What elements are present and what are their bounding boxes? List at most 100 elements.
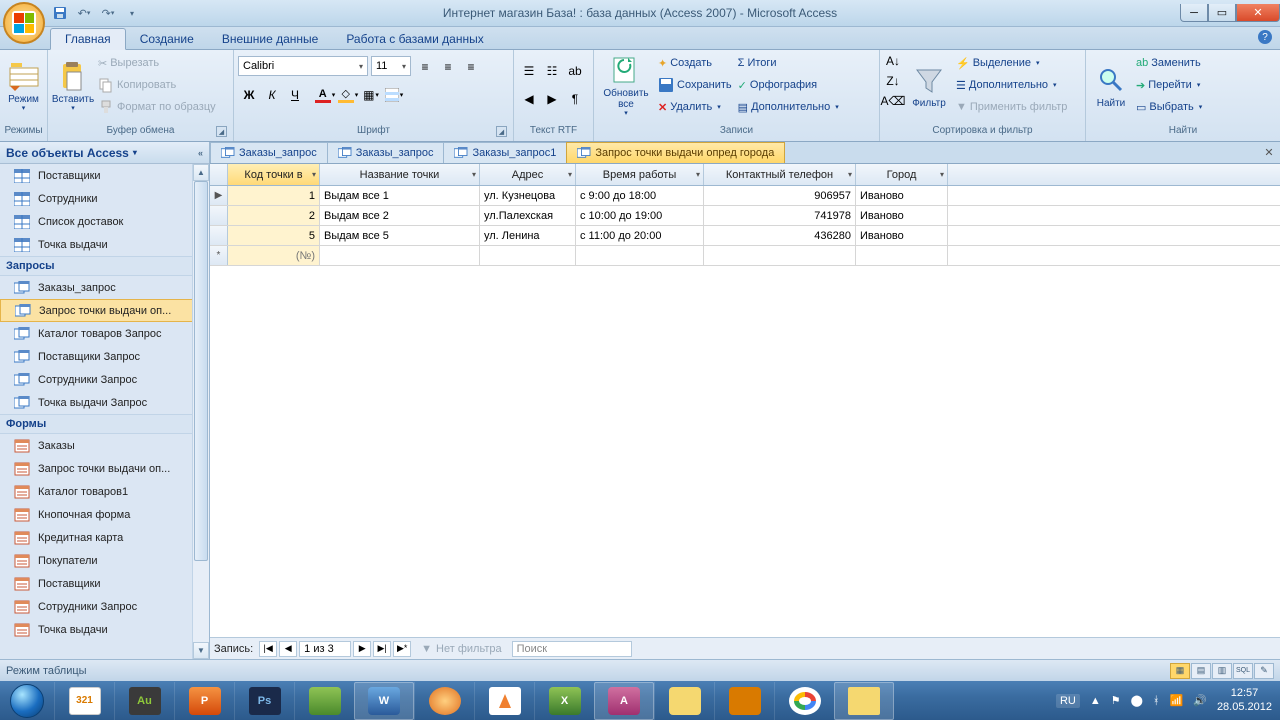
- refresh-all-button[interactable]: Обновить все▾: [598, 52, 654, 120]
- dialog-launcher-icon[interactable]: ◢: [496, 126, 507, 137]
- cell[interactable]: ул. Ленина: [480, 226, 576, 245]
- scroll-thumb[interactable]: [194, 181, 208, 561]
- decrease-indent-button[interactable]: ◀: [518, 88, 540, 110]
- new-record-button[interactable]: ✦Создать: [656, 52, 734, 74]
- nav-item-form[interactable]: Кредитная карта: [0, 526, 209, 549]
- goto-button[interactable]: ➔Перейти▾: [1134, 74, 1204, 96]
- nav-section-queries[interactable]: Запросы⌃: [0, 256, 209, 276]
- save-record-button[interactable]: Сохранить: [656, 74, 734, 96]
- action-center-icon[interactable]: ⚑: [1111, 694, 1121, 707]
- align-center-button[interactable]: ≡: [437, 56, 459, 78]
- column-header[interactable]: Контактный телефон▾: [704, 164, 856, 185]
- next-record-button[interactable]: ▶: [353, 641, 371, 657]
- view-button[interactable]: Режим▾: [4, 52, 43, 120]
- cell[interactable]: [480, 246, 576, 265]
- row-selector[interactable]: [210, 226, 228, 245]
- prev-record-button[interactable]: ◀: [279, 641, 297, 657]
- ribbon-tab-dbtools[interactable]: Работа с базами данных: [332, 29, 497, 49]
- taskbar-app[interactable]: X: [534, 682, 594, 720]
- ribbon-tab-create[interactable]: Создание: [126, 29, 208, 49]
- column-header[interactable]: Адрес▾: [480, 164, 576, 185]
- more-records-button[interactable]: ▤Дополнительно▾: [736, 96, 841, 118]
- minimize-button[interactable]: ─: [1180, 4, 1208, 22]
- nav-item-query[interactable]: Каталог товаров Запрос: [0, 322, 209, 345]
- last-record-button[interactable]: ▶|: [373, 641, 391, 657]
- row-selector[interactable]: ▶: [210, 186, 228, 205]
- clear-sort-button[interactable]: A⌫: [884, 92, 902, 110]
- qat-customize-icon[interactable]: ▾: [122, 3, 142, 23]
- taskbar-clock[interactable]: 12:5728.05.2012: [1217, 687, 1272, 713]
- scroll-up-icon[interactable]: ▲: [193, 164, 209, 181]
- cell[interactable]: 5: [228, 226, 320, 245]
- dialog-launcher-icon[interactable]: ◢: [216, 126, 227, 137]
- gridlines-button[interactable]: ▦▾: [360, 84, 382, 106]
- font-size-combo[interactable]: 11▾: [371, 56, 411, 76]
- taskbar-app[interactable]: W: [354, 682, 414, 720]
- cell[interactable]: Выдам все 5: [320, 226, 480, 245]
- cell[interactable]: 2: [228, 206, 320, 225]
- cell[interactable]: ул. Кузнецова: [480, 186, 576, 205]
- nav-item-form[interactable]: Поставщики: [0, 572, 209, 595]
- sort-desc-button[interactable]: Z↓: [884, 72, 902, 90]
- cell[interactable]: 1: [228, 186, 320, 205]
- fill-color-button[interactable]: ◇▾: [337, 84, 359, 106]
- first-record-button[interactable]: |◀: [259, 641, 277, 657]
- format-painter-button[interactable]: Формат по образцу: [96, 96, 218, 118]
- spelling-button[interactable]: ✓Орфография: [736, 74, 841, 96]
- navpane-collapse-icon[interactable]: «: [198, 148, 203, 158]
- cut-button[interactable]: ✂Вырезать: [96, 52, 218, 74]
- ribbon-tab-external[interactable]: Внешние данные: [208, 29, 333, 49]
- sql-view-button[interactable]: SQL: [1233, 663, 1253, 679]
- column-header[interactable]: Код точки в▾: [228, 164, 320, 185]
- replace-button[interactable]: abЗаменить: [1134, 52, 1204, 74]
- align-left-button[interactable]: ≡: [414, 56, 436, 78]
- paste-button[interactable]: Вставить▾: [52, 52, 94, 120]
- cell[interactable]: 741978: [704, 206, 856, 225]
- navpane-header[interactable]: Все объекты Access▾ «: [0, 142, 209, 164]
- tray-icon[interactable]: ⬤: [1131, 694, 1143, 707]
- bold-button[interactable]: Ж: [238, 84, 260, 106]
- column-header[interactable]: Название точки▾: [320, 164, 480, 185]
- find-button[interactable]: Найти: [1090, 52, 1132, 120]
- bluetooth-icon[interactable]: ᚼ: [1153, 695, 1160, 707]
- align-right-button[interactable]: ≡: [460, 56, 482, 78]
- alt-row-button[interactable]: ▾: [383, 84, 405, 106]
- chevron-down-icon[interactable]: ▾: [848, 170, 852, 179]
- cell[interactable]: Иваново: [856, 186, 948, 205]
- increase-indent-button[interactable]: ▶: [541, 88, 563, 110]
- row-selector[interactable]: [210, 206, 228, 225]
- taskbar-app[interactable]: Ps: [234, 682, 294, 720]
- nav-item-table[interactable]: Точка выдачи: [0, 233, 209, 256]
- numbering-button[interactable]: ☷: [541, 60, 563, 82]
- cell[interactable]: [576, 246, 704, 265]
- ribbon-tab-home[interactable]: Главная: [50, 28, 126, 50]
- cell[interactable]: (№): [228, 246, 320, 265]
- taskbar-app[interactable]: [294, 682, 354, 720]
- select-all-cell[interactable]: [210, 164, 228, 185]
- pivot-chart-view-button[interactable]: ▥: [1212, 663, 1232, 679]
- save-icon[interactable]: [50, 3, 70, 23]
- advanced-filter-button[interactable]: ☰Дополнительно▾: [954, 74, 1069, 96]
- close-button[interactable]: ✕: [1236, 4, 1280, 22]
- delete-record-button[interactable]: ✕Удалить▾: [656, 96, 734, 118]
- cell[interactable]: 906957: [704, 186, 856, 205]
- cell[interactable]: 436280: [704, 226, 856, 245]
- nav-item-table[interactable]: Сотрудники: [0, 187, 209, 210]
- text-highlight-button[interactable]: ab: [564, 60, 586, 82]
- pivot-table-view-button[interactable]: ▤: [1191, 663, 1211, 679]
- document-tab[interactable]: Заказы_запрос1: [443, 142, 567, 163]
- chevron-down-icon[interactable]: ▾: [312, 170, 316, 179]
- scroll-down-icon[interactable]: ▼: [193, 642, 209, 659]
- document-close-button[interactable]: ✕: [1262, 145, 1276, 159]
- cell[interactable]: Иваново: [856, 226, 948, 245]
- chevron-down-icon[interactable]: ▾: [696, 170, 700, 179]
- taskbar-app[interactable]: [774, 682, 834, 720]
- taskbar-app[interactable]: P: [174, 682, 234, 720]
- select-button[interactable]: ▭Выбрать▾: [1134, 96, 1204, 118]
- cell[interactable]: Иваново: [856, 206, 948, 225]
- navpane-scrollbar[interactable]: ▲ ▼: [192, 164, 209, 659]
- taskbar-app[interactable]: [474, 682, 534, 720]
- underline-button[interactable]: Ч: [284, 84, 306, 106]
- office-button[interactable]: [3, 2, 45, 44]
- volume-icon[interactable]: 🔊: [1193, 694, 1207, 707]
